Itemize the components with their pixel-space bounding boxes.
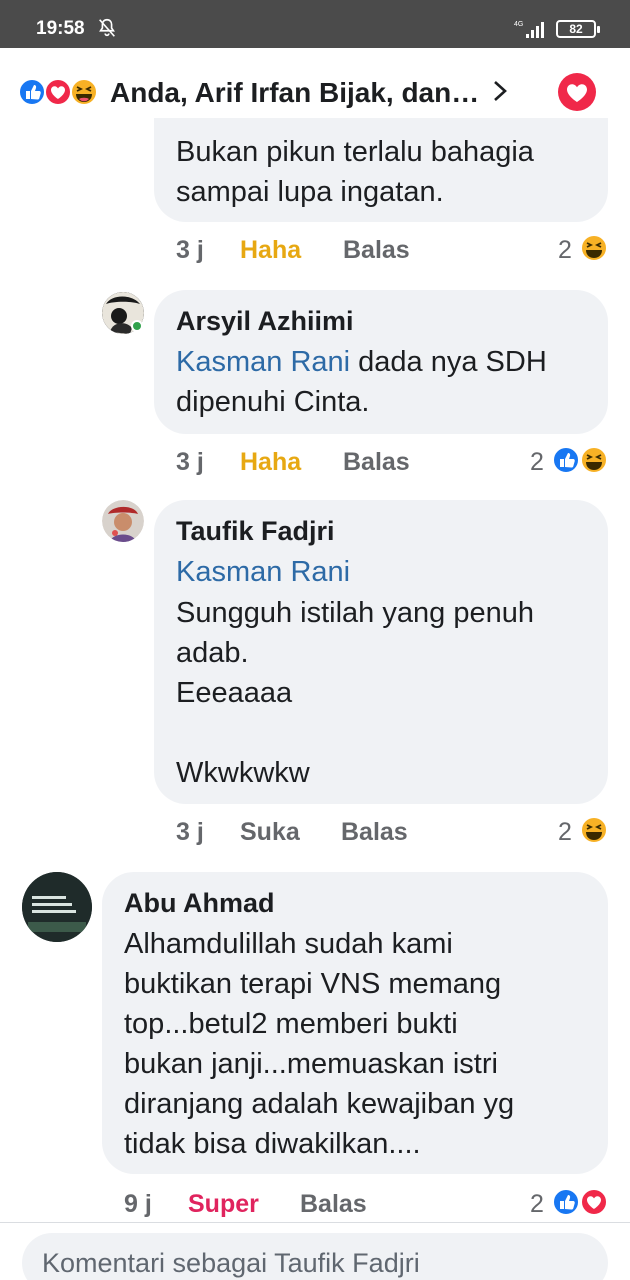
reply-button[interactable]: Balas — [300, 1190, 367, 1219]
reaction-icons — [18, 78, 98, 106]
comment-bubble: Arsyil Azhiimi Kasman Rani dada nya SDH … — [154, 290, 608, 434]
haha-icon — [580, 446, 608, 474]
like-icon — [552, 1188, 580, 1216]
reply-button[interactable]: Balas — [343, 236, 410, 265]
comment-author[interactable]: Abu Ahmad — [124, 888, 275, 919]
love-icon — [44, 78, 72, 106]
love-reaction-button[interactable] — [558, 73, 596, 111]
network-type: 4G — [514, 21, 523, 28]
comment-bubble: Bukan pikun terlalu bahagia sampai lupa … — [154, 118, 608, 222]
super-reaction-button[interactable]: Super — [188, 1190, 259, 1219]
haha-icon — [70, 78, 98, 106]
haha-reaction-button[interactable]: Haha — [240, 448, 301, 477]
battery-indicator: 82 — [556, 20, 600, 38]
comment-input[interactable] — [22, 1233, 608, 1280]
status-time: 19:58 — [36, 18, 85, 39]
reply-button[interactable]: Balas — [343, 448, 410, 477]
mention-link[interactable]: Kasman Rani — [176, 552, 350, 592]
comment-text: Kasman Rani dada nya SDH dipenuhi Cinta. — [176, 342, 547, 422]
status-bar: 19:58 4G 82 — [0, 0, 630, 48]
haha-icon — [580, 234, 608, 262]
comment-bubble: Abu Ahmad Alhamdulillah sudah kami bukti… — [102, 872, 608, 1174]
reaction-count[interactable]: 2 — [530, 448, 544, 477]
like-icon — [18, 78, 46, 106]
haha-icon — [580, 816, 608, 844]
comment-text: Alhamdulillah sudah kami buktikan terapi… — [124, 928, 515, 1160]
comment-text: Sungguh istilah yang penuh adab. Eeeaaaa… — [176, 597, 534, 789]
comment-author[interactable]: Arsyil Azhiimi — [176, 306, 354, 337]
reactors-summary[interactable]: Anda, Arif Irfan Bijak, dan… — [110, 77, 479, 109]
haha-reaction-button[interactable]: Haha — [240, 236, 301, 265]
comment-composer — [0, 1222, 630, 1280]
reaction-count[interactable]: 2 — [530, 1190, 544, 1219]
comment-bubble: Taufik Fadjri Kasman Rani Sungguh istila… — [154, 500, 608, 804]
profile-photo — [102, 500, 144, 542]
comment-time: 3 j — [176, 818, 204, 846]
signal-icon: 4G — [514, 21, 544, 38]
reaction-count[interactable]: 2 — [558, 236, 572, 265]
notifications-off-icon — [99, 18, 115, 37]
reaction-count[interactable]: 2 — [558, 818, 572, 847]
like-reaction-button[interactable]: Suka — [240, 818, 300, 847]
profile-photo — [22, 872, 92, 942]
heart-icon — [567, 84, 587, 102]
comment-time: 9 j — [124, 1190, 152, 1218]
reply-button[interactable]: Balas — [341, 818, 408, 847]
comment-time: 3 j — [176, 236, 204, 264]
like-icon — [552, 446, 580, 474]
comment-text: Bukan pikun terlalu bahagia sampai lupa … — [176, 136, 534, 208]
chevron-right-icon[interactable] — [490, 78, 510, 104]
online-indicator — [131, 320, 143, 332]
mention-link[interactable]: Kasman Rani — [176, 346, 350, 378]
avatar[interactable] — [22, 872, 92, 942]
comment-author[interactable]: Taufik Fadjri — [176, 516, 335, 547]
avatar[interactable] — [102, 500, 144, 542]
comment-time: 3 j — [176, 448, 204, 476]
love-icon — [580, 1188, 608, 1216]
